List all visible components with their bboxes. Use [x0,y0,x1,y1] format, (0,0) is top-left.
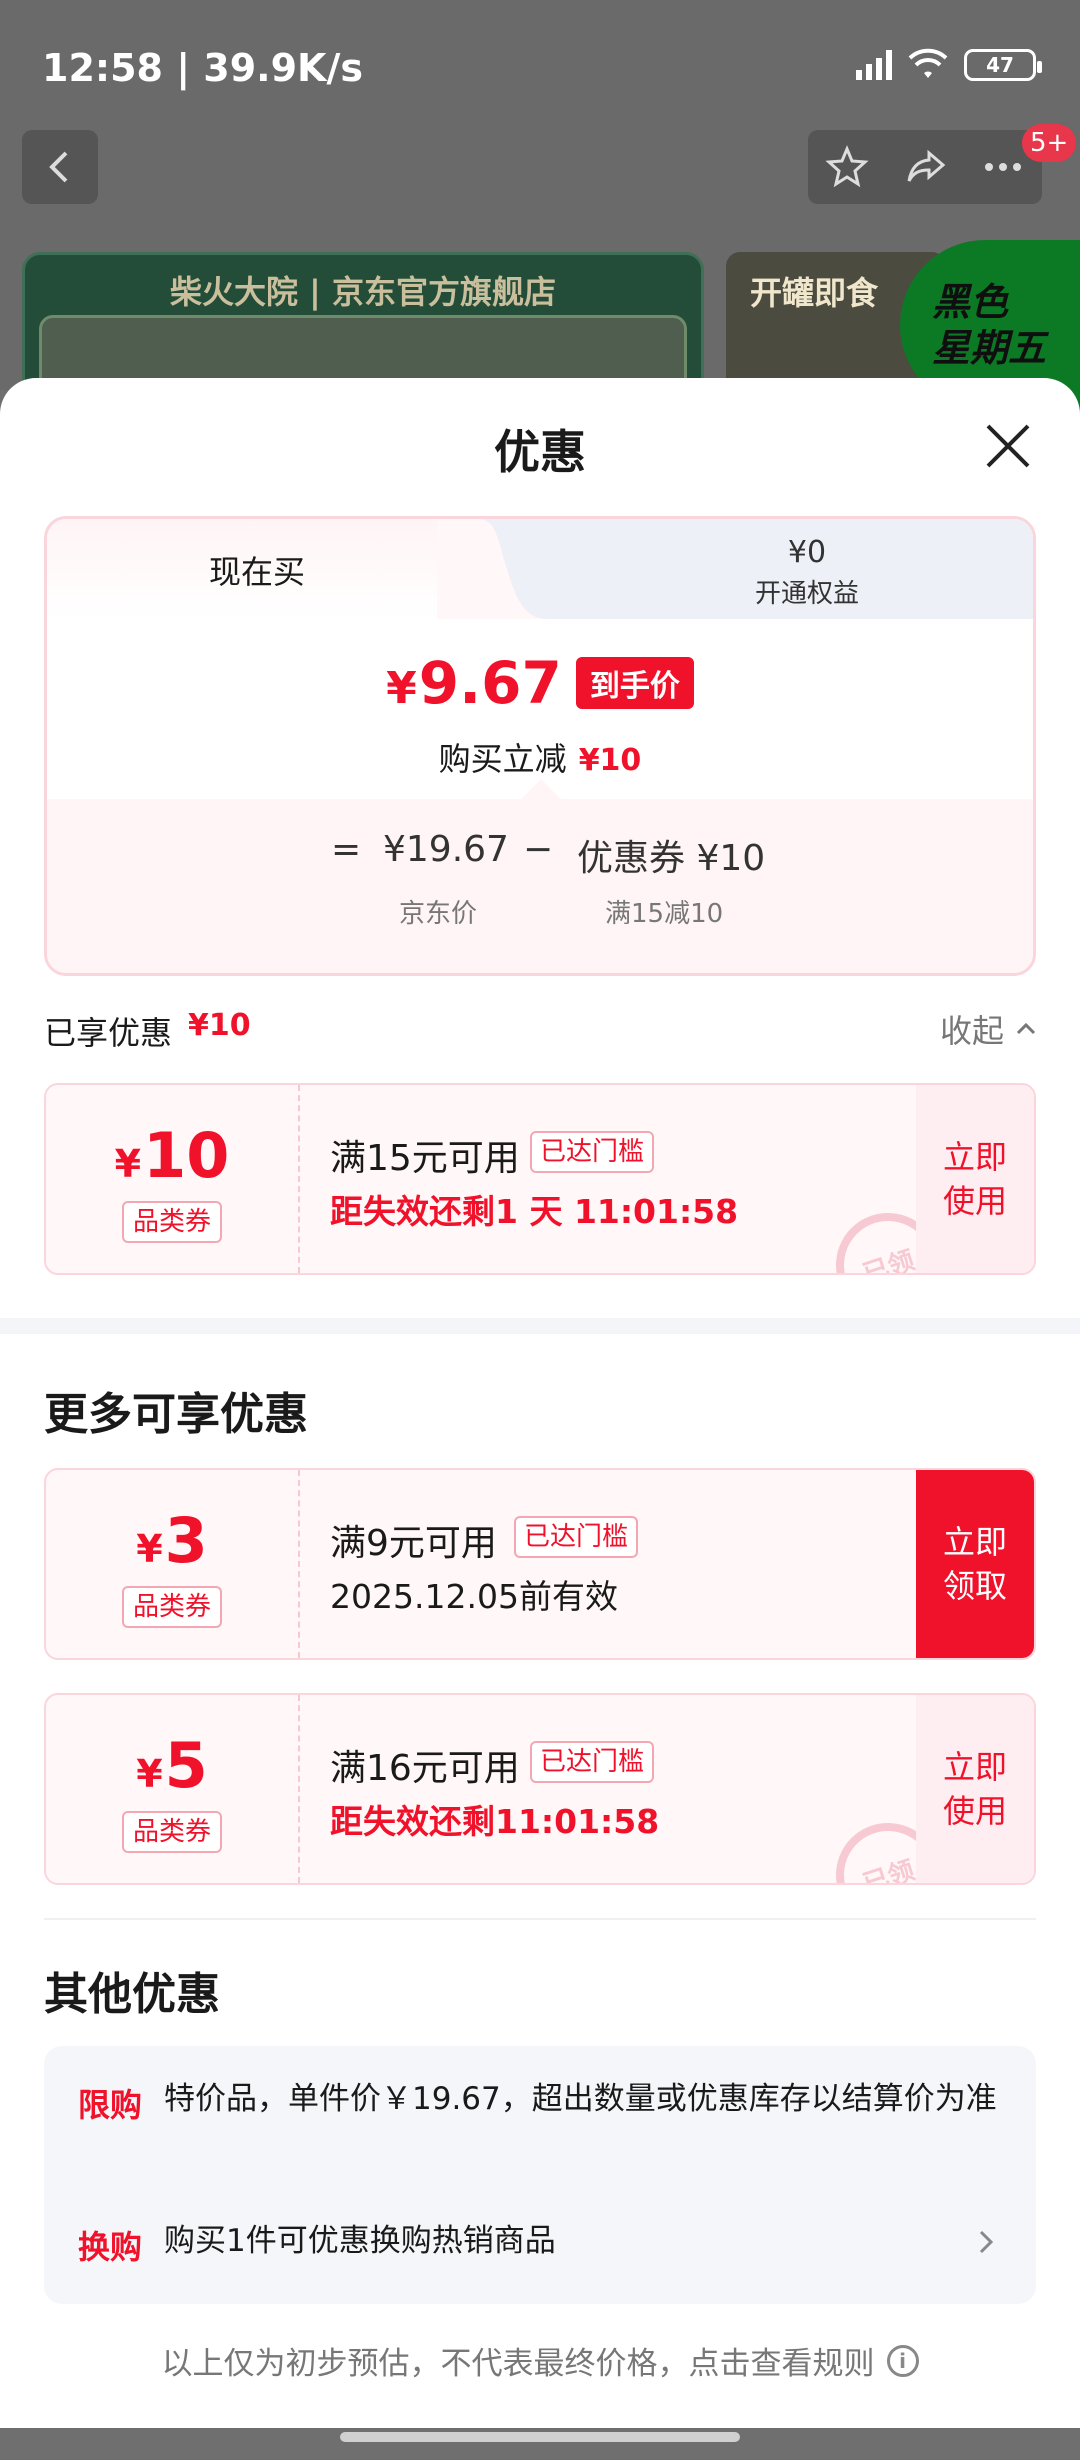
enjoyed-amount: ¥10 [188,1008,251,1043]
top-actions [808,130,1042,204]
background-page: 5+ 柴火大院 | 京东官方旗舰店 开罐即食 黑色 星期五 [0,124,1080,419]
more-dots-icon[interactable] [981,145,1025,189]
status-bar: 12:58 | 39.9K/s 47 [0,0,1080,130]
final-price: ¥ 9.67 [386,649,562,717]
exchange-purchase-text: 购买1件可优惠换购热销商品 [164,2223,556,2259]
tab-membership-label: 开通权益 [754,579,859,609]
coupon-yen: ¥ [136,1527,163,1571]
signal-icon [856,50,892,80]
coupon-amount: ¥5 [46,1729,298,1802]
footer-note-text: 以上仅为初步预估，不代表最终价格，点击查看规则 [161,2346,875,2382]
share-icon[interactable] [903,145,947,189]
final-price-value: 9.67 [418,649,562,717]
coupon-threshold-tag: 已达门槛 [514,1516,639,1558]
other-title: 其他优惠 [44,1969,220,2020]
purchase-limit-text: 特价品，单件价￥19.67，超出数量或优惠库存以结算价为准 [164,2081,997,2117]
more-title: 更多可享优惠 [44,1389,308,1440]
formula-jd-price-label: 京东价 [399,899,478,929]
coupon-card: ¥10 品类券 满15元可用 已达门槛 距失效还剩1 天 11:01:58 已领… [44,1083,1036,1275]
price-tabs: 现在买 ¥0 开通权益 [47,519,1033,619]
section-gap [0,1318,1080,1334]
status-time: 12:58 | 39.9K/s [42,46,363,90]
info-icon: i [886,2344,919,2377]
back-arrow-icon [49,151,68,183]
coupon-amount: ¥3 [46,1504,298,1577]
coupon-value: 10 [143,1119,230,1192]
coupon-value: 5 [164,1729,208,1802]
chevron-right-icon [979,2230,994,2254]
coupon-yen: ¥ [114,1142,142,1186]
exchange-purchase-label: 换购 [78,2228,143,2266]
final-price-row: ¥ 9.67 到手价 [47,649,1033,717]
formula-coupon-rule: 满15减10 [605,899,724,929]
tab-buy-now[interactable]: 现在买 [47,519,483,619]
price-formula: = ¥19.67 − 优惠券 ¥10 京东价 满15减10 [47,799,1033,973]
coupon-condition: 满16元可用 [330,1748,520,1789]
other-discounts-box: 限购 特价品，单件价￥19.67，超出数量或优惠库存以结算价为准 换购 购买1件… [44,2046,1036,2304]
notification-badge: 5+ [1022,124,1077,162]
use-now-label: 立即使用 [942,1748,1007,1830]
banner-text: 柴火大院 | 京东官方旗舰店 [170,273,556,311]
coupon-left: ¥3 品类券 [46,1470,300,1658]
coupon-card: ¥3 品类券 满9元可用 已达门槛 2025.12.05前有效 立即领取 [44,1468,1036,1660]
use-now-button[interactable]: 立即使用 [916,1695,1034,1883]
battery-icon: 47 [964,49,1042,81]
collapse-label: 收起 [940,1012,1005,1050]
coupon-left: ¥10 品类券 [46,1085,300,1273]
status-icons: 47 [856,48,1042,82]
promo-text: 开罐即食 [750,274,879,312]
coupon-amount: ¥10 [46,1119,298,1192]
close-icon [986,424,1030,468]
formula-jd-price: ¥19.67 [383,829,509,870]
tab-buy-now-label: 现在买 [208,553,305,591]
star-icon[interactable] [825,145,869,189]
coupon-card: ¥5 品类券 满16元可用 已达门槛 距失效还剩11:01:58 已领 立即使用 [44,1693,1036,1885]
tab-slant [437,519,547,619]
sheet-title: 优惠 [494,425,586,479]
coupon-yen: ¥ [136,1752,163,1796]
formula-minus: − [523,829,554,870]
back-button[interactable] [22,130,98,204]
coupon-type: 品类券 [122,1201,222,1243]
purchase-limit-label: 限购 [78,2086,143,2124]
final-price-yen: ¥ [386,663,417,714]
coupon-threshold-tag: 已达门槛 [530,1741,655,1783]
coupon-left: ¥5 品类券 [46,1695,300,1883]
coupon-condition: 满15元可用 [330,1138,520,1179]
coupon-condition: 满9元可用 [330,1523,497,1564]
use-now-label: 立即使用 [942,1138,1007,1220]
price-card: 现在买 ¥0 开通权益 ¥ 9.67 到手价 购买立减 ¥10 = ¥19.67 … [44,516,1036,976]
coupon-type: 品类券 [122,1586,222,1628]
discount-sheet: 优惠 现在买 ¥0 开通权益 ¥ 9.67 到手价 购买立减 ¥10 = ¥19… [0,378,1080,2428]
wifi-icon [906,48,950,82]
home-indicator[interactable] [340,2432,740,2442]
use-now-button[interactable]: 立即使用 [916,1085,1034,1273]
saving-amount: ¥10 [578,743,642,778]
chevron-up-icon [1016,1022,1036,1035]
coupon-value: 3 [164,1504,208,1577]
saving-label: 购买立减 [438,740,567,778]
divider [44,1918,1036,1920]
close-button[interactable] [980,418,1036,474]
coupon-expire: 距失效还剩1 天 11:01:58 [330,1192,739,1231]
coupon-type: 品类券 [122,1811,222,1853]
formula-equals: = [331,829,362,870]
tab-membership-price: ¥0 [787,535,827,570]
coupon-expire: 距失效还剩11:01:58 [330,1802,660,1841]
claim-now-label: 立即领取 [942,1523,1007,1605]
saving-row: 购买立减 ¥10 [47,734,1033,780]
coupon-expire: 2025.12.05前有效 [330,1577,618,1616]
enjoyed-label: 已享优惠 [44,1014,173,1052]
black-friday-line2: 星期五 [932,326,1047,370]
black-friday-line1: 黑色 [932,280,1009,324]
coupon-threshold-tag: 已达门槛 [530,1131,655,1173]
claim-now-button[interactable]: 立即领取 [916,1470,1034,1658]
formula-coupon: 优惠券 ¥10 [577,838,766,879]
collapse-button[interactable]: 收起 [940,1006,1038,1052]
final-price-tag: 到手价 [575,657,694,709]
footer-rules-link[interactable]: 以上仅为初步预估，不代表最终价格，点击查看规则 i [0,2338,1080,2383]
